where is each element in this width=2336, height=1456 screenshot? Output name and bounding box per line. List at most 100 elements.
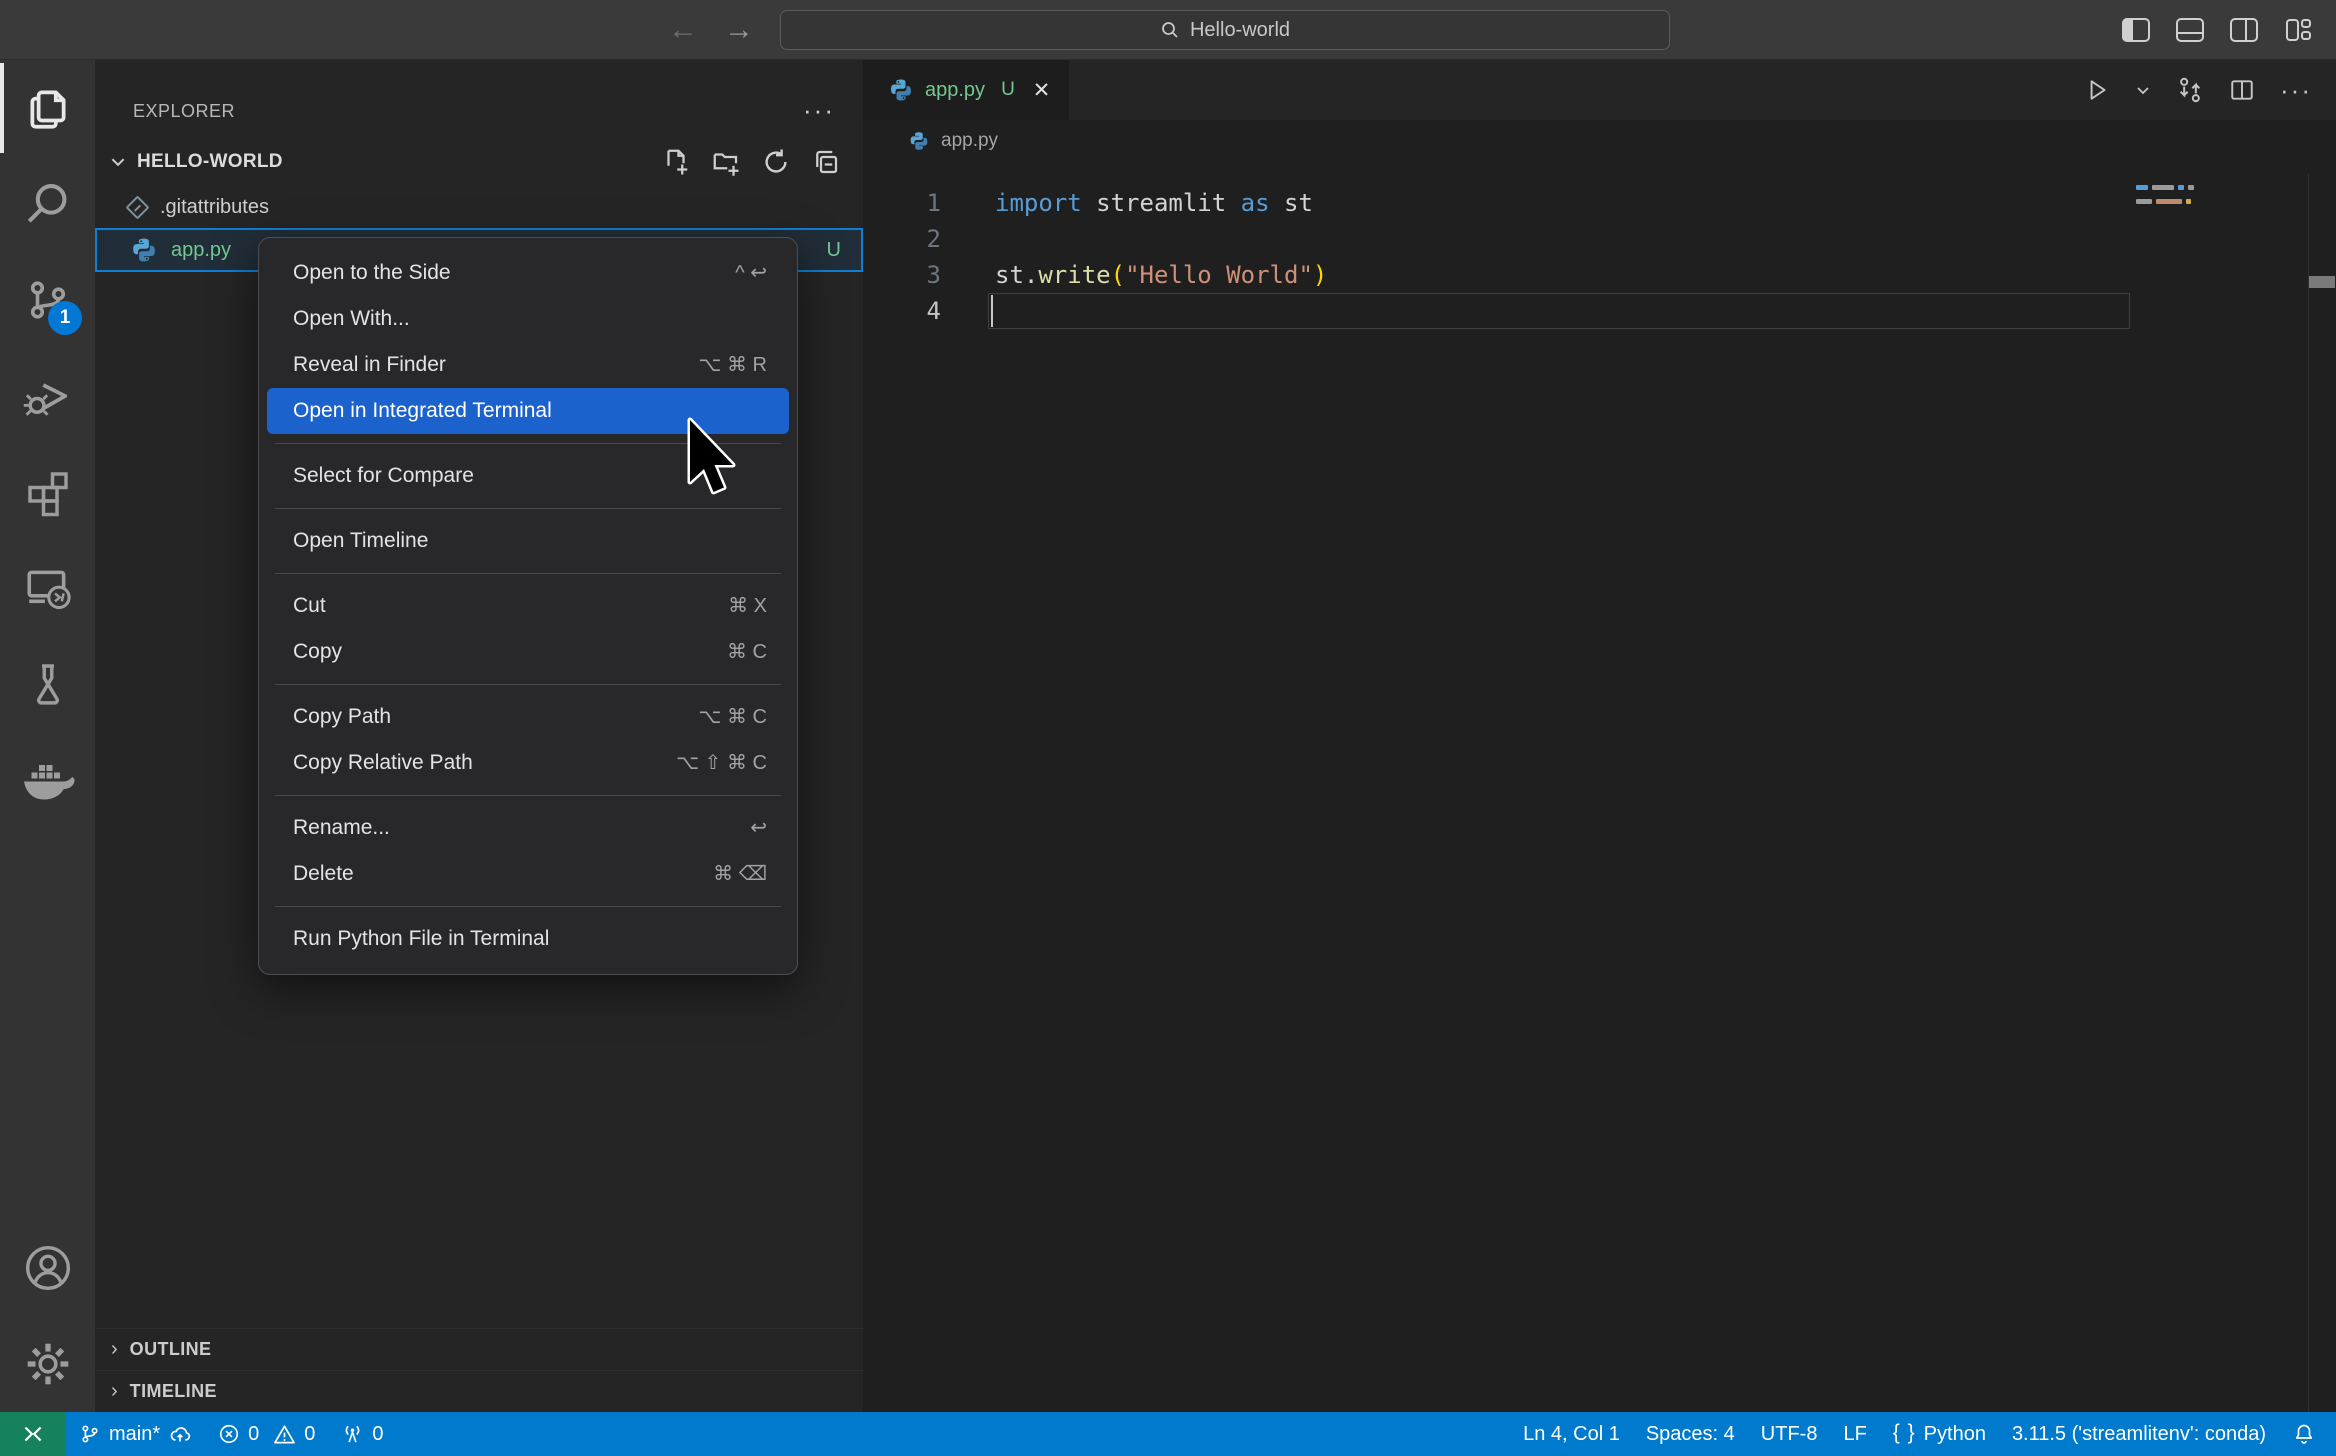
remote-indicator[interactable] <box>0 1412 66 1456</box>
activity-search[interactable] <box>0 156 95 252</box>
ports-status[interactable]: 0 <box>328 1412 396 1456</box>
toggle-panel-icon[interactable] <box>2176 18 2204 42</box>
tab-bar: app.py U ✕ <box>863 60 2336 120</box>
menu-separator <box>275 795 781 796</box>
breadcrumb-item[interactable]: app.py <box>941 130 998 152</box>
activity-settings[interactable] <box>0 1316 95 1412</box>
remote-explorer-icon <box>23 563 73 613</box>
command-center-search[interactable]: Hello-world <box>780 10 1670 50</box>
cursor-position-status[interactable]: Ln 4, Col 1 <box>1510 1412 1633 1456</box>
new-file-icon[interactable] <box>661 147 691 177</box>
activity-testing[interactable] <box>0 636 95 732</box>
language-status[interactable]: { } Python <box>1880 1412 1999 1456</box>
file-row-gitattributes[interactable]: .gitattributes <box>95 186 863 228</box>
bell-icon <box>2292 1422 2316 1446</box>
toggle-primary-sidebar-icon[interactable] <box>2122 18 2150 42</box>
customize-layout-icon[interactable] <box>2284 18 2312 42</box>
timeline-section-header[interactable]: › TIMELINE <box>95 1370 863 1412</box>
errors-icon <box>218 1423 240 1445</box>
python-interpreter-status[interactable]: 3.11.5 ('streamlitenv': conda) <box>1999 1412 2279 1456</box>
text-cursor <box>991 295 993 327</box>
problems-status[interactable]: 0 0 <box>205 1412 328 1456</box>
run-dropdown-chevron-icon[interactable] <box>2135 82 2151 98</box>
menu-item-delete[interactable]: Delete⌘ ⌫ <box>259 851 797 897</box>
menu-item-open-to-the-side[interactable]: Open to the Side^ ↩ <box>259 250 797 296</box>
account-icon <box>23 1243 73 1293</box>
editor-group: app.py U ✕ <box>863 60 2336 1412</box>
notifications-status[interactable] <box>2279 1412 2336 1456</box>
activity-bar-spacer <box>0 828 95 1220</box>
menu-item-reveal-in-finder[interactable]: Reveal in Finder⌥ ⌘ R <box>259 342 797 388</box>
collapse-all-icon[interactable] <box>811 147 841 177</box>
mouse-cursor <box>684 416 746 508</box>
branch-icon <box>79 1423 101 1445</box>
nav-back-icon[interactable]: ← <box>668 15 698 45</box>
python-icon <box>131 237 157 263</box>
indentation-status[interactable]: Spaces: 4 <box>1633 1412 1748 1456</box>
overview-ruler-cursor-marker <box>2309 276 2335 288</box>
code-editor[interactable]: 1 import streamlit as st 2 3 st.write("H… <box>863 162 2336 1412</box>
window-title: Hello-world <box>1190 19 1290 42</box>
python-icon <box>909 131 929 151</box>
menu-item-rename[interactable]: Rename...↩ <box>259 805 797 851</box>
scm-badge: 1 <box>48 301 82 335</box>
outline-section-header[interactable]: › OUTLINE <box>95 1328 863 1370</box>
language-name: Python <box>1924 1423 1986 1446</box>
run-python-icon[interactable] <box>2084 77 2110 103</box>
menu-item-copy[interactable]: Copy⌘ C <box>259 629 797 675</box>
warnings-icon <box>273 1423 296 1446</box>
sidebar-bottom-sections: › OUTLINE › TIMELINE <box>95 1328 863 1412</box>
git-status-badge: U <box>827 239 841 262</box>
python-icon <box>889 78 913 102</box>
activity-extensions[interactable] <box>0 444 95 540</box>
tab-modified-badge: U <box>1001 79 1015 101</box>
file-name: .gitattributes <box>160 196 269 219</box>
menu-item-open-with[interactable]: Open With... <box>259 296 797 342</box>
gear-icon <box>23 1339 73 1389</box>
sidebar-title: EXPLORER <box>133 101 235 122</box>
minimap[interactable] <box>2136 185 2194 213</box>
split-editor-icon[interactable] <box>2229 77 2255 103</box>
open-changes-icon[interactable] <box>2176 76 2204 104</box>
eol-status[interactable]: LF <box>1830 1412 1879 1456</box>
ports-count: 0 <box>372 1423 383 1446</box>
new-folder-icon[interactable] <box>711 147 741 177</box>
extensions-icon <box>24 468 72 516</box>
toggle-secondary-sidebar-icon[interactable] <box>2230 18 2258 42</box>
menu-separator <box>275 906 781 907</box>
run-debug-icon <box>23 371 73 421</box>
folder-header-hello-world[interactable]: HELLO-WORLD <box>95 140 863 184</box>
menu-item-cut[interactable]: Cut⌘ X <box>259 583 797 629</box>
menu-item-run-python-file-in-terminal[interactable]: Run Python File in Terminal <box>259 916 797 962</box>
line-number: 3 <box>863 257 941 293</box>
error-count: 0 <box>248 1423 259 1446</box>
activity-explorer[interactable] <box>0 60 95 156</box>
menu-item-copy-path[interactable]: Copy Path⌥ ⌘ C <box>259 694 797 740</box>
line-number: 4 <box>863 293 941 329</box>
nav-forward-icon[interactable]: → <box>724 15 754 45</box>
activity-source-control[interactable]: 1 <box>0 252 95 348</box>
menu-separator <box>275 573 781 574</box>
encoding-status[interactable]: UTF-8 <box>1748 1412 1831 1456</box>
overview-ruler[interactable] <box>2308 174 2335 1412</box>
activity-account[interactable] <box>0 1220 95 1316</box>
chevron-right-icon: › <box>111 1338 118 1361</box>
warning-count: 0 <box>304 1423 315 1446</box>
menu-item-copy-relative-path[interactable]: Copy Relative Path⌥ ⇧ ⌘ C <box>259 740 797 786</box>
activity-run-debug[interactable] <box>0 348 95 444</box>
branch-status[interactable]: main* <box>66 1412 205 1456</box>
explorer-more-actions-icon[interactable]: ··· <box>803 95 835 126</box>
tab-app-py[interactable]: app.py U ✕ <box>863 60 1069 120</box>
docker-icon <box>21 758 75 802</box>
menu-item-open-timeline[interactable]: Open Timeline <box>259 518 797 564</box>
refresh-icon[interactable] <box>761 147 791 177</box>
close-icon[interactable]: ✕ <box>1033 78 1051 103</box>
breadcrumb[interactable]: app.py <box>863 120 2336 162</box>
activity-remote-explorer[interactable] <box>0 540 95 636</box>
activity-docker[interactable] <box>0 732 95 828</box>
active-indicator <box>0 63 4 153</box>
more-actions-icon[interactable]: ··· <box>2280 75 2312 106</box>
tab-label: app.py <box>925 79 985 102</box>
explorer-icon <box>23 83 73 133</box>
code-line-3: 3 st.write("Hello World") <box>863 257 2336 293</box>
